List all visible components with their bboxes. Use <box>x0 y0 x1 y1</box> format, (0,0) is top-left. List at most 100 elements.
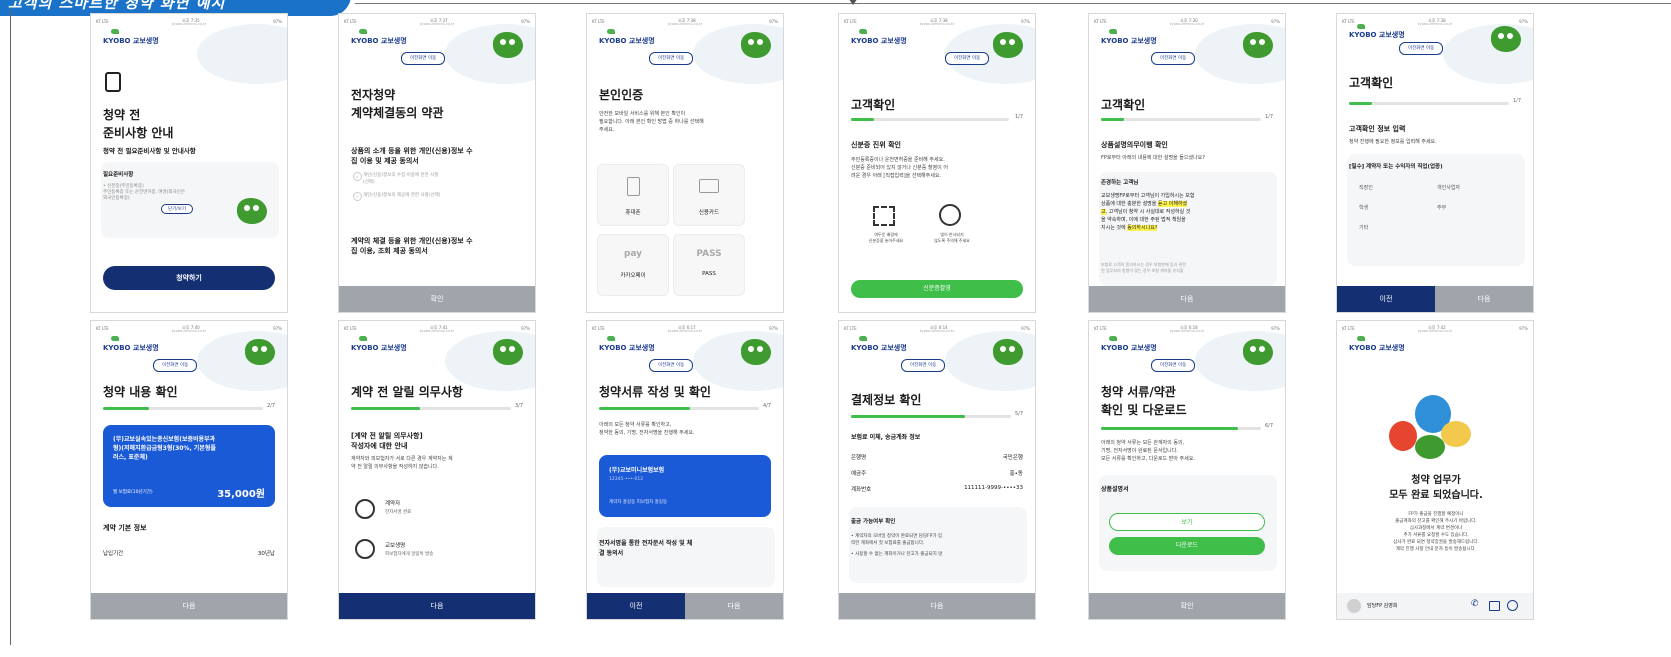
confirm-button[interactable]: 확인 <box>339 286 535 312</box>
progress-fill <box>851 415 966 418</box>
info-row: 납입기간 30년납 <box>103 551 275 557</box>
progress-fill <box>599 407 691 410</box>
back-pill-button[interactable]: 이전화면 이동 <box>401 52 446 65</box>
logo-icon <box>1109 336 1117 341</box>
job-option[interactable]: 주부 <box>1437 204 1446 211</box>
logo-icon <box>359 336 367 341</box>
capture-id-button[interactable]: 신분증촬영 <box>851 280 1023 298</box>
page-desc: 청약 진행에 필요한 정보를 입력해 주세요. <box>1349 139 1437 145</box>
consent-section: 계약의 체결 등을 위한 개인(신용)정보 수 집 이용, 조회 제공 동의서 <box>351 237 473 255</box>
back-pill-button[interactable]: 이전화면 이동 <box>649 359 694 372</box>
back-pill-button[interactable]: 이전화면 이동 <box>1151 52 1196 65</box>
mascot-icon <box>1243 32 1273 58</box>
auth-option-phone[interactable]: 휴대폰 <box>597 164 669 226</box>
next-button[interactable]: 다음 <box>1089 286 1285 312</box>
payment-row: 은행명 국민은행 <box>851 455 1023 461</box>
bottom-actions: 이전 다음 <box>1337 286 1533 312</box>
phone-call-icon[interactable]: ✆ <box>1471 599 1479 609</box>
logo-icon <box>859 29 867 34</box>
prev-button[interactable]: 이전 <box>1337 286 1435 312</box>
next-button[interactable]: 다음 <box>91 593 287 619</box>
prev-button[interactable]: 이전 <box>587 593 685 619</box>
avatar <box>1347 599 1361 613</box>
chat-icon[interactable] <box>1507 600 1518 611</box>
flow-line <box>355 3 1671 4</box>
contractor-icon <box>355 499 375 519</box>
consent-checkbox[interactable]: 개인(신용)정보의 수집·이용에 관한 사항 (선택) <box>353 172 523 186</box>
credit-card-icon <box>699 179 719 193</box>
back-pill-button[interactable]: 이전화면 이동 <box>901 359 946 372</box>
progress-bar <box>1101 427 1261 430</box>
page-title: 고객확인 <box>1349 76 1394 90</box>
apply-button[interactable]: 청약하기 <box>103 266 275 290</box>
confirm-button[interactable]: 확인 <box>1089 593 1285 619</box>
kyobo-logo: KYOBO 교보생명 <box>103 344 159 352</box>
step-counter: 3/7 <box>515 403 524 409</box>
document-number: 12345-•••-012 <box>609 477 644 482</box>
job-option[interactable]: 직장인 <box>1359 184 1373 191</box>
next-button[interactable]: 다음 <box>339 593 535 619</box>
document-card[interactable]: (무)교보미니보험보험 12345-•••-012 계약자 홍길동 피보험자 홍… <box>599 455 771 517</box>
progress-fill <box>851 118 874 121</box>
job-option[interactable]: 개인사업자 <box>1437 184 1460 191</box>
section-title: 계약 기본 정보 <box>103 524 147 532</box>
view-button[interactable]: 보기 <box>1109 513 1265 531</box>
job-option[interactable]: 기타 <box>1359 224 1368 231</box>
progress-bar <box>851 415 1011 418</box>
progress-fill <box>103 407 149 410</box>
screen-product-explain: KT LTE 오후 7:30 97% kyobo.derinno.co.kr KYOB… <box>1088 13 1286 313</box>
progress-fill <box>1101 118 1124 121</box>
download-button[interactable]: 다운로드 <box>1109 537 1265 555</box>
back-pill-button[interactable]: 이전화면 이동 <box>945 52 990 65</box>
document-parties: 계약자 홍길동 피보험자 홍길동 <box>609 500 668 505</box>
kyobo-logo: KYOBO 교보생명 <box>851 344 907 352</box>
step-counter: 1/7 <box>1015 114 1024 120</box>
mascot-icon <box>1491 26 1521 52</box>
logo-icon <box>1357 336 1365 341</box>
auth-option-card[interactable]: 신용카드 <box>673 164 745 226</box>
back-pill-button[interactable]: 이전화면 이동 <box>649 52 694 65</box>
mascot-icon <box>237 198 267 224</box>
job-option[interactable]: 학생 <box>1359 204 1368 211</box>
consent-checkbox[interactable]: 개인(신용)정보의 제공에 관한 사항(선택) <box>353 192 523 201</box>
progress-bar <box>351 407 511 410</box>
icon-caption: 여두운 배경에 신분증을 놓아주세요 <box>868 232 904 243</box>
clipboard-icon <box>105 72 121 92</box>
payment-row: 계좌번호 111111-9999-••••33 <box>851 485 1023 493</box>
back-pill-button[interactable]: 이전화면 이동 <box>153 359 198 372</box>
back-pill-button[interactable]: 이전화면 이동 <box>1399 42 1444 55</box>
screen-contract-review: KT LTE 오후 7:40 97% kyobo.derinno.co.kr KYOB… <box>90 320 288 620</box>
bottom-actions: 이전 다음 <box>587 593 783 619</box>
product-card: (무)교보실속있는종신보험(보증비용부과 형)(저해지환급금형3형(30%, 기… <box>103 425 275 507</box>
screen-customer-info: KT LTE 오후 7:38 97% kyobo.derinno.co.kr KYOB… <box>1336 13 1534 313</box>
card-text: • 사용할 수 없는 계좌이거나 잔고가 출금되지 않 <box>851 552 943 557</box>
product-name: (무)교보실속있는종신보험(보증비용부과 형)(저해지환급금형3형(30%, 기… <box>113 436 216 461</box>
progress-bar <box>851 118 1009 121</box>
progress-bar <box>1349 102 1509 105</box>
screen-complete: KT LTE 오후 7:42 97% kyobo.derinno.co.kr KYOB… <box>1336 320 1534 620</box>
toggle-link[interactable]: 닫기/보기 <box>161 204 194 214</box>
logo-icon <box>111 29 119 34</box>
message-icon[interactable] <box>1489 601 1500 611</box>
card-title: 존경하는 고객님 <box>1101 180 1139 186</box>
logo-icon <box>1357 24 1365 29</box>
back-pill-button[interactable]: 이전화면 이동 <box>1151 359 1196 372</box>
person-role: 계약자 <box>385 501 401 507</box>
icon-caption: 빛이 반사되지 않도록 주의해 주세요 <box>934 232 970 243</box>
person-role: 교보생명 <box>385 543 406 549</box>
auth-option-pass[interactable]: PASS PASS <box>673 234 745 296</box>
next-button[interactable]: 다음 <box>839 593 1035 619</box>
auth-option-kakaopay[interactable]: pay 카카오페이 <box>597 234 669 296</box>
person-status: 피보험자에게 알림톡 발송 <box>385 552 434 557</box>
screen-documents: KT LTE 오후 6:17 97% kyobo.derinno.co.kr KYOB… <box>586 320 784 620</box>
next-button[interactable]: 다음 <box>685 593 783 619</box>
page-title: 고객확인 <box>1101 98 1146 112</box>
page-title: 청약 업무가 모두 완료 되었습니다. <box>1389 475 1483 501</box>
card-title: 필요준비사항 <box>103 172 134 178</box>
progress-fill <box>1349 102 1372 105</box>
page-title: 청약 전 준비사항 안내 <box>103 108 174 140</box>
flow-arrow-icon <box>848 0 858 5</box>
id-card-icon <box>873 206 895 226</box>
next-button[interactable]: 다음 <box>1435 286 1533 312</box>
page-title: 본인인증 <box>599 88 644 102</box>
